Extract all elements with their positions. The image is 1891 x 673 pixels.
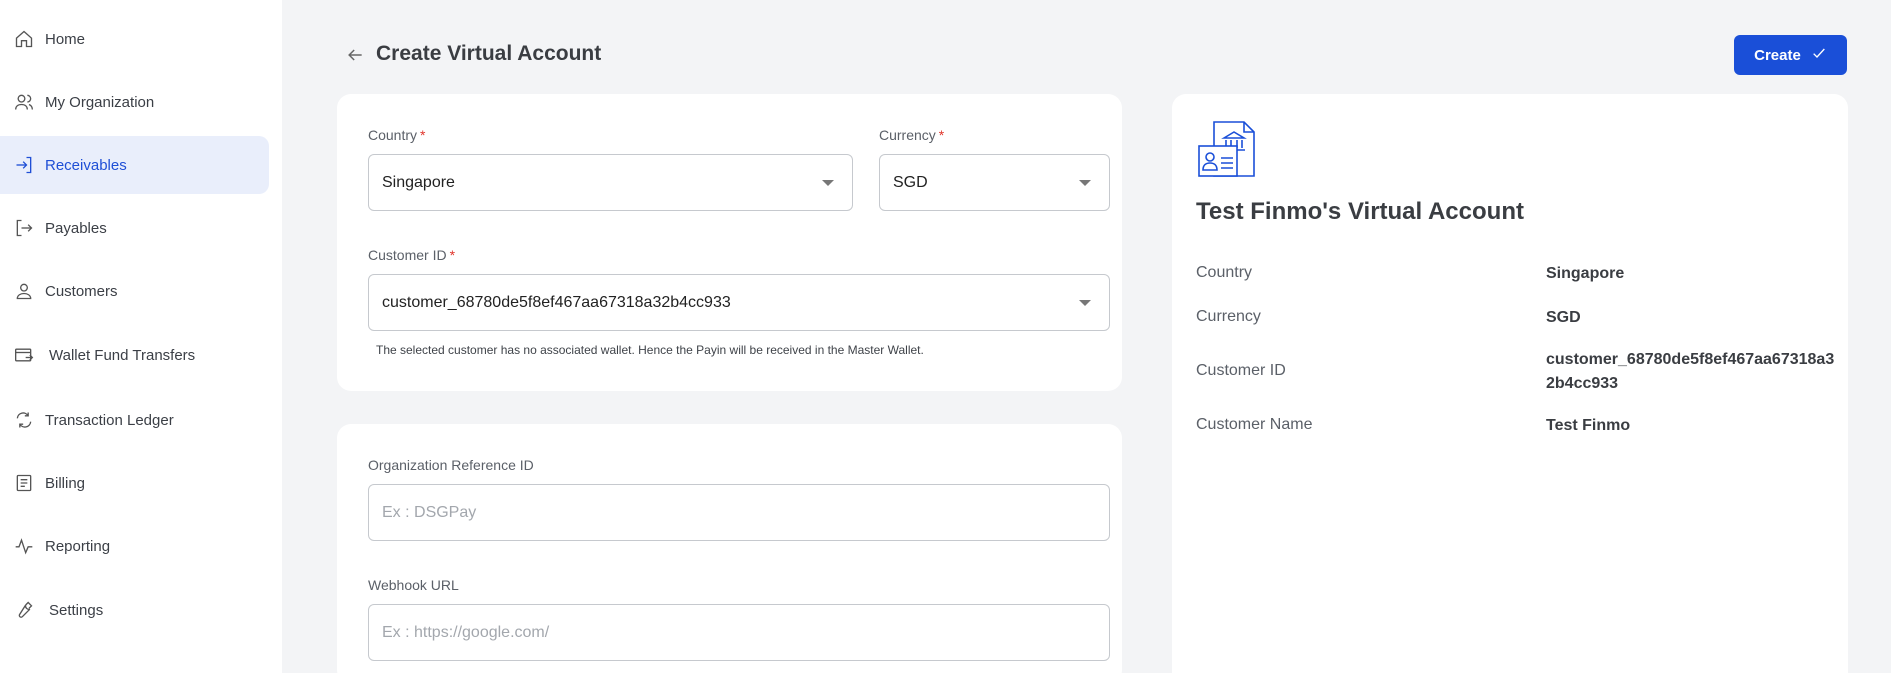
customer-id-select[interactable]: customer_68780de5f8ef467aa67318a32b4cc93… xyxy=(368,274,1110,331)
required-marker: * xyxy=(449,247,456,263)
bank-account-icon xyxy=(1196,120,1258,182)
country-label: Country * xyxy=(368,127,425,143)
currency-label: Currency * xyxy=(879,127,944,143)
webhook-label: Webhook URL xyxy=(368,577,459,593)
document-icon xyxy=(14,473,34,493)
page-title: Create Virtual Account xyxy=(376,42,602,65)
sidebar-item-settings[interactable]: Settings xyxy=(0,581,269,639)
optional-details-card: Organization Reference ID Webhook URL xyxy=(337,424,1122,673)
customer-hint: The selected customer has no associated … xyxy=(376,343,924,357)
wrench-icon xyxy=(14,600,34,620)
required-marker: * xyxy=(420,127,426,143)
sidebar-item-customers[interactable]: Customers xyxy=(0,262,269,320)
sidebar-item-label: Transaction Ledger xyxy=(45,411,174,429)
user-icon xyxy=(14,281,34,301)
summary-value-country: Singapore xyxy=(1546,265,1625,282)
summary-label-country: Country xyxy=(1196,264,1253,281)
customer-id-label: Customer ID * xyxy=(368,247,455,263)
account-details-card: Country * Singapore Currency * SGD Custome… xyxy=(337,94,1122,391)
sidebar-item-reporting[interactable]: Reporting xyxy=(0,517,269,575)
sidebar-item-wallet-fund-transfers[interactable]: Wallet Fund Transfers xyxy=(0,326,269,384)
customer-id-label-text: Customer ID xyxy=(368,247,447,263)
currency-select[interactable]: SGD xyxy=(879,154,1110,211)
summary-label-customer-name: Customer Name xyxy=(1196,416,1313,433)
chevron-down-icon xyxy=(1079,299,1091,306)
currency-select-value: SGD xyxy=(893,173,928,191)
summary-value-customer-id: customer_68780de5f8ef467aa67318a32b4cc93… xyxy=(1546,351,1835,392)
account-summary-card: Test Finmo's Virtual Account Country Sin… xyxy=(1172,94,1848,673)
sidebar-item-label: Payables xyxy=(45,219,107,237)
country-select-value: Singapore xyxy=(382,173,455,191)
sidebar-item-payables[interactable]: Payables xyxy=(0,199,269,257)
sidebar-item-billing[interactable]: Billing xyxy=(0,454,269,512)
activity-icon xyxy=(14,536,34,556)
sidebar-item-receivables[interactable]: Receivables xyxy=(0,136,269,194)
exchange-icon xyxy=(14,410,34,430)
summary-label-currency: Currency xyxy=(1196,308,1261,325)
sidebar-item-label: Customers xyxy=(45,282,118,300)
sidebar-item-label: Billing xyxy=(45,474,86,492)
summary-label-customer-id: Customer ID xyxy=(1196,362,1286,379)
sidebar-item-label: Reporting xyxy=(45,537,111,555)
checkmark-icon xyxy=(1811,45,1827,65)
summary-title: Test Finmo's Virtual Account xyxy=(1196,198,1524,225)
sidebar-item-my-organization[interactable]: My Organization xyxy=(0,73,269,131)
summary-value-currency: SGD xyxy=(1546,309,1581,326)
sign-in-icon xyxy=(14,155,34,175)
wallet-transfer-icon xyxy=(14,345,34,365)
org-ref-input[interactable] xyxy=(368,484,1110,541)
customer-id-select-value: customer_68780de5f8ef467aa67318a32b4cc93… xyxy=(382,293,731,311)
country-label-text: Country xyxy=(368,127,418,143)
org-ref-label: Organization Reference ID xyxy=(368,457,534,473)
sidebar-item-home[interactable]: Home xyxy=(0,10,269,68)
chevron-down-icon xyxy=(822,179,834,186)
sidebar-item-label: Receivables xyxy=(45,156,127,174)
main-content: Create Virtual Account Create Country * S… xyxy=(282,0,1891,673)
back-arrow-icon[interactable] xyxy=(345,45,365,65)
chevron-down-icon xyxy=(1079,179,1091,186)
webhook-input[interactable] xyxy=(368,604,1110,661)
sign-out-icon xyxy=(14,218,34,238)
currency-label-text: Currency xyxy=(879,127,936,143)
summary-value-customer-name: Test Finmo xyxy=(1546,417,1631,434)
users-icon xyxy=(14,92,34,112)
create-button[interactable]: Create xyxy=(1734,35,1847,75)
create-button-label: Create xyxy=(1754,46,1801,64)
country-select[interactable]: Singapore xyxy=(368,154,853,211)
sidebar-item-label: Settings xyxy=(49,601,104,619)
home-icon xyxy=(14,29,34,49)
sidebar-item-transaction-ledger[interactable]: Transaction Ledger xyxy=(0,391,269,449)
sidebar-item-label: My Organization xyxy=(45,93,155,111)
sidebar: Home My Organization Receivables Payable… xyxy=(0,0,282,673)
required-marker: * xyxy=(938,127,945,143)
sidebar-item-label: Home xyxy=(45,30,86,48)
sidebar-item-label: Wallet Fund Transfers xyxy=(49,346,196,364)
